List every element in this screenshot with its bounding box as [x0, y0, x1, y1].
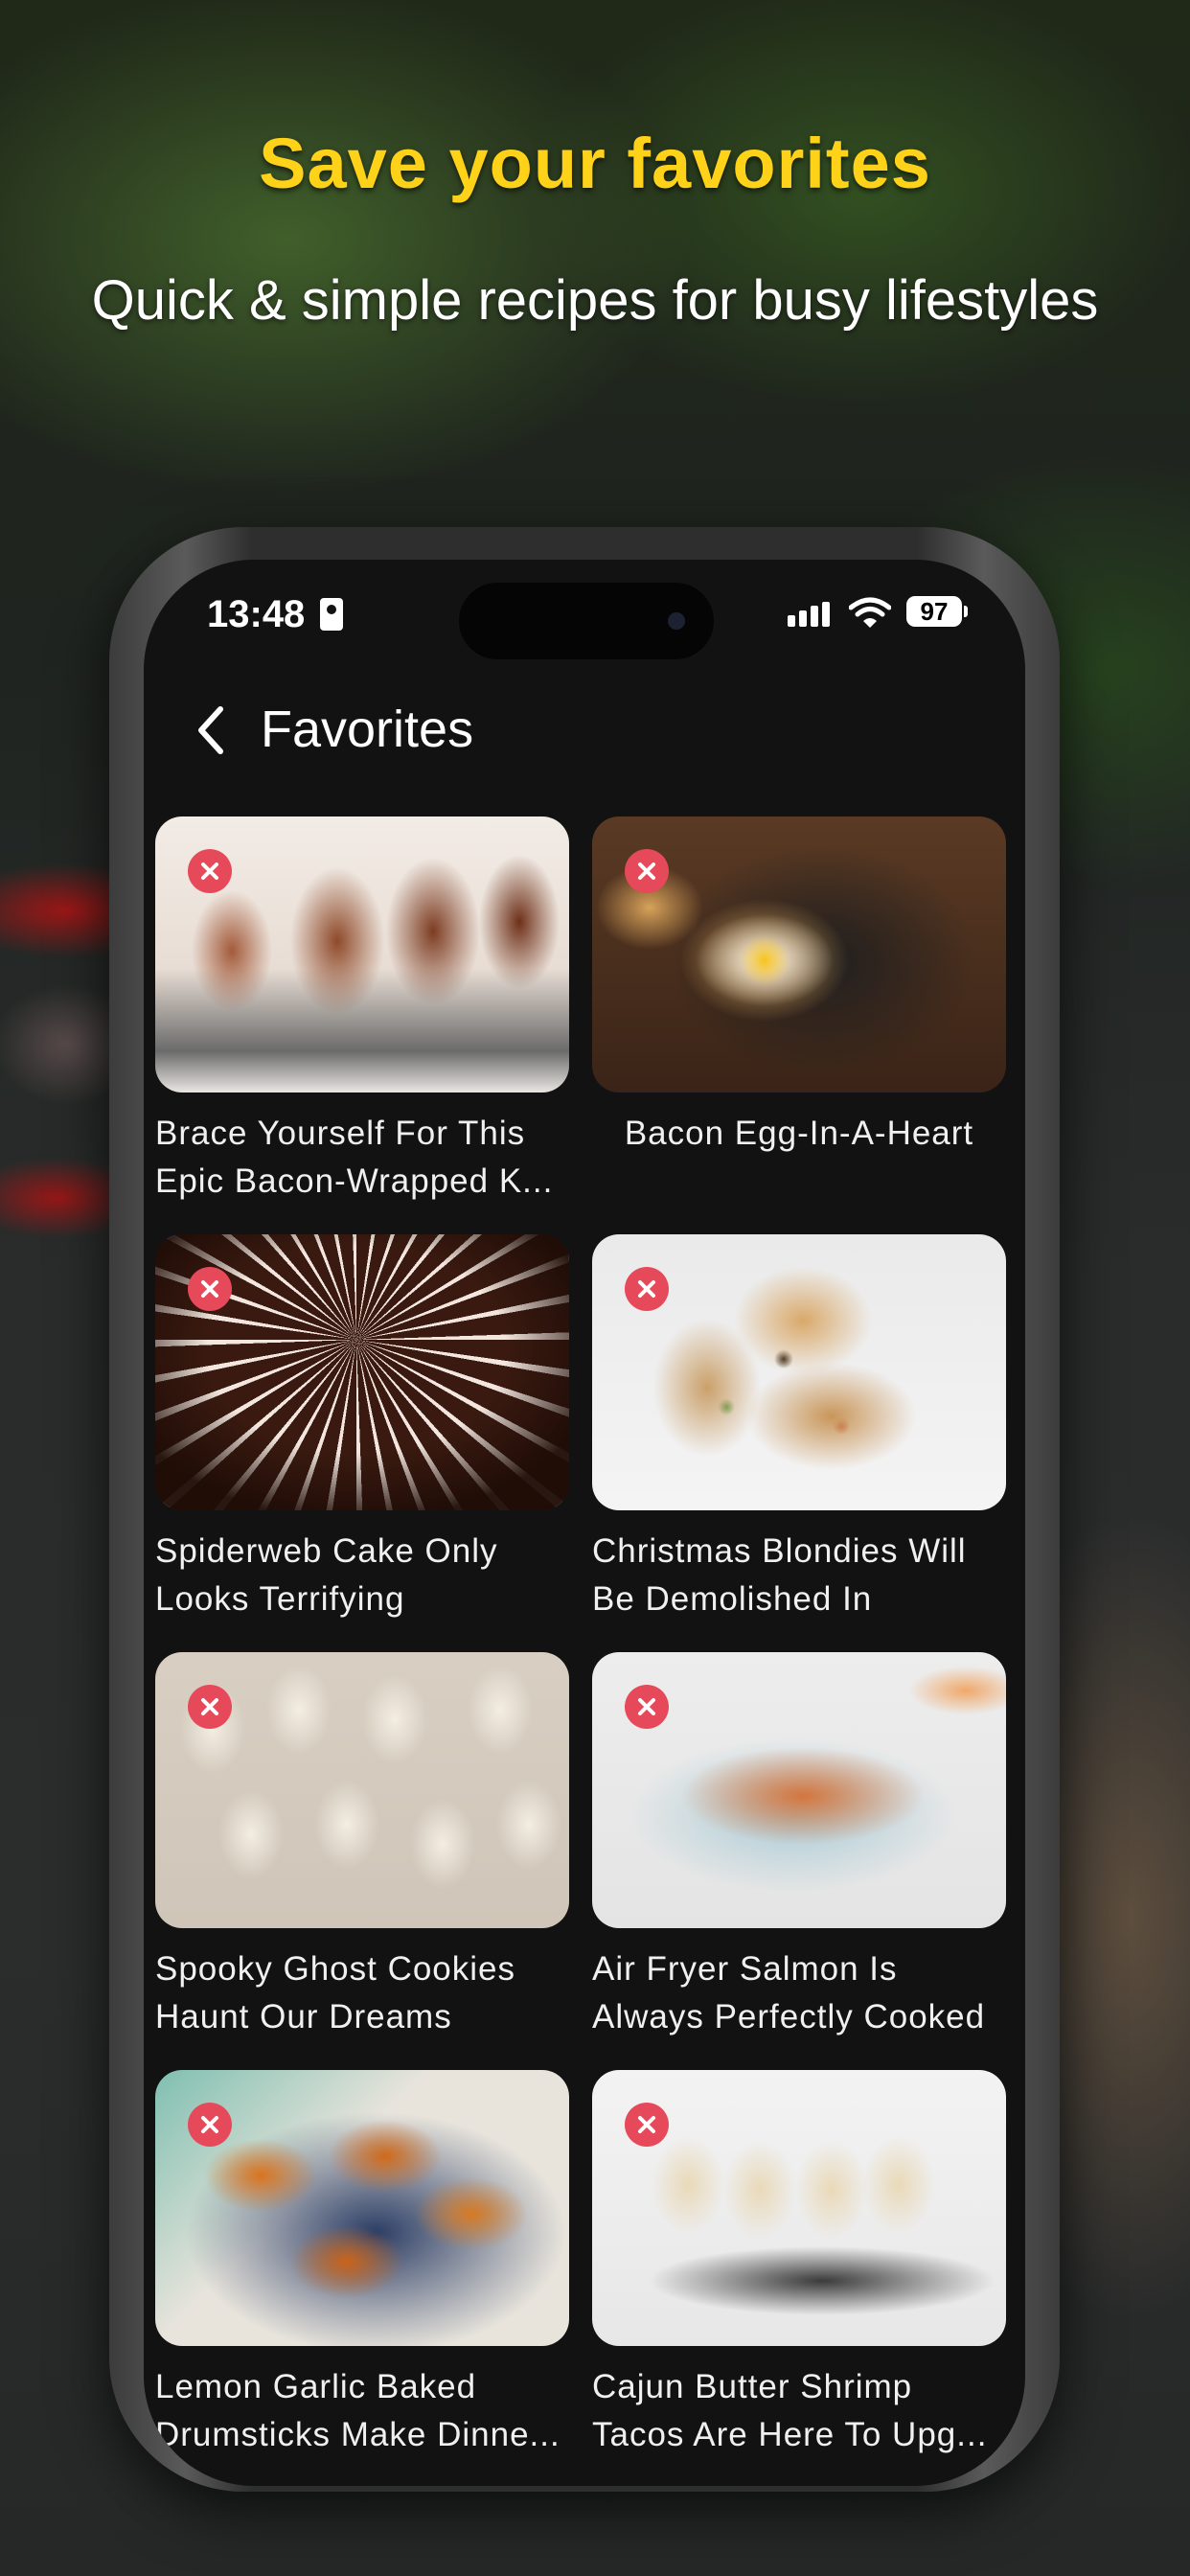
recipe-image-blondies[interactable]	[592, 1234, 1006, 1510]
recipe-card[interactable]: Brace Yourself For This Epic Bacon-Wrapp…	[155, 816, 569, 1206]
recipe-image-salmon[interactable]	[592, 1652, 1006, 1928]
remove-favorite-icon[interactable]	[188, 2103, 232, 2147]
recipe-image-spiderweb-cake[interactable]	[155, 1234, 569, 1510]
recipe-image-egg-heart[interactable]	[592, 816, 1006, 1092]
recipe-title: Lemon Garlic Baked Drumsticks Make Dinne…	[155, 2368, 561, 2453]
recipe-title: Cajun Butter Shrimp Tacos Are Here To Up…	[592, 2368, 988, 2453]
recipe-card[interactable]: Lemon Garlic Baked Drumsticks Make Dinne…	[155, 2070, 569, 2459]
remove-favorite-icon[interactable]	[188, 1267, 232, 1311]
recipe-card[interactable]: Spooky Ghost Cookies Haunt Our Dreams	[155, 1652, 569, 2041]
wifi-icon	[849, 597, 891, 628]
remove-favorite-icon[interactable]	[625, 1685, 669, 1729]
camera-icon	[668, 612, 685, 630]
cellular-signal-icon	[788, 602, 832, 627]
dynamic-island	[459, 583, 714, 659]
recipe-title: Brace Yourself For This Epic Bacon-Wrapp…	[155, 1115, 554, 1200]
battery-indicator: 97	[906, 596, 968, 627]
remove-favorite-icon[interactable]	[625, 849, 669, 893]
recipe-title: Bacon Egg-In-A-Heart	[624, 1115, 974, 1152]
recipe-image-meatloaf[interactable]	[155, 816, 569, 1092]
status-time: 13:48	[207, 593, 306, 635]
back-chevron-icon[interactable]	[188, 702, 236, 759]
page-title: Favorites	[261, 701, 474, 758]
recipe-title: Spooky Ghost Cookies Haunt Our Dreams	[155, 1950, 516, 2036]
recipe-card[interactable]: Bacon Egg-In-A-Heart	[592, 816, 1006, 1206]
recipe-card[interactable]: Spiderweb Cake Only Looks Terrifying	[155, 1234, 569, 1623]
remove-favorite-icon[interactable]	[625, 2103, 669, 2147]
recipe-title: Spiderweb Cake Only Looks Terrifying	[155, 1532, 498, 1618]
id-card-icon	[320, 598, 343, 631]
recipe-image-ghost-cookies[interactable]	[155, 1652, 569, 1928]
remove-favorite-icon[interactable]	[625, 1267, 669, 1311]
recipe-image-shrimp-tacos[interactable]	[592, 2070, 1006, 2346]
recipe-title: Air Fryer Salmon Is Always Perfectly Coo…	[592, 1950, 986, 2036]
recipe-card[interactable]: Cajun Butter Shrimp Tacos Are Here To Up…	[592, 2070, 1006, 2459]
recipe-image-drumsticks[interactable]	[155, 2070, 569, 2346]
recipe-title: Christmas Blondies Will Be Demolished In…	[592, 1532, 967, 1618]
remove-favorite-icon[interactable]	[188, 849, 232, 893]
phone-screen: 13:48 97 Favorites Brace Yourself For Th…	[144, 560, 1025, 2486]
promo-headline: Save your favorites	[259, 124, 931, 203]
promo-subheadline: Quick & simple recipes for busy lifestyl…	[91, 269, 1099, 332]
remove-favorite-icon[interactable]	[188, 1685, 232, 1729]
recipe-card[interactable]: Christmas Blondies Will Be Demolished In…	[592, 1234, 1006, 1623]
recipe-card[interactable]: Air Fryer Salmon Is Always Perfectly Coo…	[592, 1652, 1006, 2041]
